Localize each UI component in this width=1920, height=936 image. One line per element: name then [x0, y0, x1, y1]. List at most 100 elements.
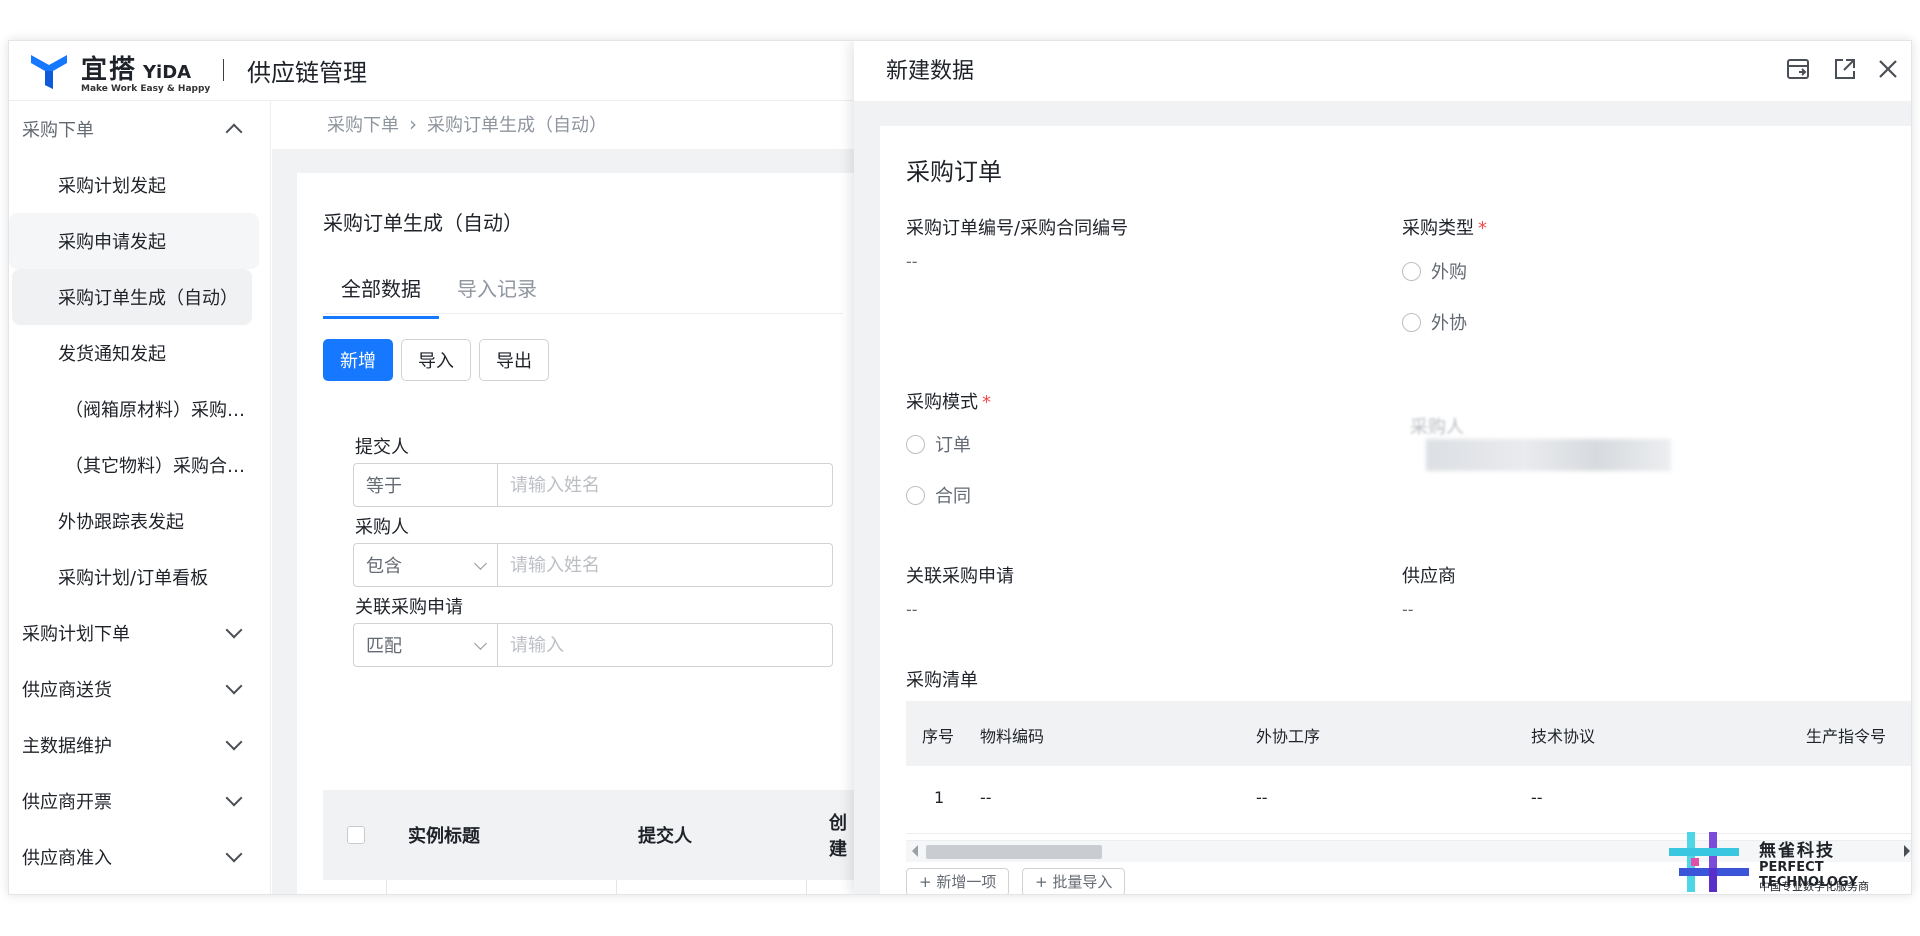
app-title[interactable]: 供应链管理 [247, 53, 367, 88]
radio-label: 订单 [935, 435, 971, 456]
sidebar-group-label: 采购计划下单 [22, 624, 130, 645]
breadcrumb-item[interactable]: 采购下单 [327, 111, 399, 137]
cell-outsource-process[interactable]: -- [1256, 788, 1268, 807]
radio-circle-icon [906, 434, 925, 454]
operator-select[interactable]: 包含 [354, 544, 498, 586]
column-header-material-code: 物料编码 [980, 727, 1045, 746]
app-window: 宜搭 YiDA Make Work Easy & Happy 供应链管理 采购下单… [8, 40, 1912, 895]
sidebar-group-label: 供应商开票 [22, 792, 112, 813]
brand-slogan: Make Work Easy & Happy [81, 84, 211, 94]
page-title: 采购订单生成（自动） [323, 211, 523, 235]
sidebar-group-master-data[interactable]: 主数据维护 [9, 717, 270, 773]
column-header-submitter[interactable]: 提交人 [638, 822, 692, 848]
hash-logo-icon [1669, 832, 1749, 892]
scroll-right-icon[interactable] [1904, 845, 1910, 857]
required-mark: * [982, 392, 991, 413]
purchaser-input[interactable] [498, 544, 832, 586]
sidebar-group-supplier-admission[interactable]: 供应商准入 [9, 829, 270, 885]
radio-label: 外协 [1431, 313, 1467, 334]
sidebar-group-supplier-invoice[interactable]: 供应商开票 [9, 773, 270, 829]
tab-bar: 全部数据 导入记录 [323, 263, 555, 319]
sidebar-group-label: 供应商准入 [22, 848, 112, 869]
operator-value: 匹配 [366, 636, 402, 657]
purchase-type-label: 采购类型 * [1402, 214, 1487, 240]
header-divider [223, 59, 224, 81]
brand-name: 宜搭 YiDA Make Work Easy & Happy [81, 49, 210, 94]
new-data-drawer: 新建数据 采购订单 采购订单编号/采购合同编号 -- 采购类型 * 外购 外协 采… [854, 41, 1911, 894]
cell-tech-agreement[interactable]: -- [1531, 788, 1543, 807]
add-button[interactable]: 新增 [323, 339, 393, 381]
purchaser-value-redacted[interactable] [1426, 439, 1671, 471]
sidebar-item-valve-material[interactable]: （阀箱原材料）采购… [9, 381, 259, 437]
table-header: 实例标题 提交人 创建 [323, 790, 863, 880]
radio-circle-icon [1402, 312, 1421, 332]
radio-contract[interactable]: 合同 [906, 482, 971, 508]
watermark-sub: 中国专业数字化服务商 [1759, 880, 1869, 893]
sidebar-group-plan-order[interactable]: 采购计划下单 [9, 605, 270, 661]
action-buttons: 新增 导入 导出 [323, 339, 549, 381]
chevron-down-icon [474, 636, 487, 650]
export-button[interactable]: 导出 [479, 339, 549, 381]
chevron-right-icon: › [409, 112, 417, 136]
open-new-window-icon[interactable] [1831, 55, 1859, 83]
import-button[interactable]: 导入 [401, 339, 471, 381]
top-header: 宜搭 YiDA Make Work Easy & Happy 供应链管理 [9, 41, 854, 101]
column-header-index: 序号 [922, 727, 955, 746]
column-header-title[interactable]: 实例标题 [408, 822, 480, 848]
yida-logo-icon[interactable] [29, 49, 69, 91]
radio-circle-icon [906, 485, 925, 505]
tab-import-records[interactable]: 导入记录 [439, 263, 555, 319]
table-row [323, 880, 863, 894]
sidebar-item-plan-board[interactable]: 采购计划/订单看板 [9, 549, 259, 605]
sidebar: 采购下单 采购计划发起 采购申请发起 采购订单生成（自动） 发货通知发起 （阀箱… [9, 101, 271, 894]
radio-circle-icon [1402, 261, 1421, 281]
radio-order[interactable]: 订单 [906, 431, 971, 457]
table-cell [323, 880, 387, 894]
sidebar-group-label: 供应商送货 [22, 680, 112, 701]
sidebar-group-purchase-order[interactable]: 采购下单 [9, 101, 270, 157]
drawer-header: 新建数据 [854, 41, 1911, 101]
draft-icon[interactable] [1784, 55, 1812, 83]
brand-en: YiDA [143, 62, 192, 83]
cell-index: 1 [934, 788, 945, 807]
tab-all-data[interactable]: 全部数据 [323, 263, 439, 319]
sidebar-item-request-launch[interactable]: 采购申请发起 [9, 213, 259, 269]
sidebar-item-plan-launch[interactable]: 采购计划发起 [9, 157, 259, 213]
breadcrumb-item: 采购订单生成（自动） [427, 115, 607, 136]
radio-label: 合同 [935, 486, 971, 507]
radio-label: 外购 [1431, 262, 1467, 283]
sidebar-item-delivery-notice[interactable]: 发货通知发起 [9, 325, 259, 381]
related-request-label: 关联采购申请 [906, 566, 1014, 587]
chevron-down-icon [225, 845, 243, 863]
sidebar-group-supplier-delivery[interactable]: 供应商送货 [9, 661, 270, 717]
purchase-order-form: 采购订单 采购订单编号/采购合同编号 -- 采购类型 * 外购 外协 采购模式 * … [880, 126, 1911, 894]
chevron-up-icon [225, 123, 243, 141]
column-header-production-order: 生产指令号 [1806, 727, 1887, 746]
cell-material-code[interactable]: -- [980, 788, 992, 807]
add-row-button[interactable]: + 新增一项 [906, 868, 1010, 894]
operator-select[interactable]: 匹配 [354, 624, 498, 666]
purchase-type-label-text: 采购类型 [1402, 218, 1474, 239]
related-request-input[interactable] [498, 624, 832, 666]
order-no-label: 采购订单编号/采购合同编号 [906, 218, 1129, 239]
radio-outsource-buy[interactable]: 外购 [1402, 258, 1467, 284]
tab-divider [323, 313, 843, 314]
close-icon[interactable] [1874, 55, 1902, 83]
scroll-left-icon[interactable] [912, 845, 918, 857]
chevron-down-icon [225, 621, 243, 639]
scrollbar-thumb[interactable] [926, 845, 1102, 859]
batch-import-button[interactable]: + 批量导入 [1022, 868, 1126, 894]
sidebar-item-outsourcing-track[interactable]: 外协跟踪表发起 [9, 493, 259, 549]
sidebar-group-label: 采购下单 [22, 120, 94, 141]
submitter-input[interactable] [498, 464, 832, 506]
table-cell [617, 880, 807, 894]
radio-outsource-process[interactable]: 外协 [1402, 309, 1467, 335]
operator-value: 等于 [366, 476, 402, 497]
operator-select[interactable]: 等于 [354, 464, 498, 506]
select-all-checkbox[interactable] [347, 826, 365, 844]
order-no-value: -- [906, 252, 918, 271]
sidebar-item-order-generate[interactable]: 采购订单生成（自动） [12, 269, 252, 325]
table-row: 1 -- -- -- [906, 766, 1911, 834]
filter-submitter: 等于 [353, 463, 833, 507]
sidebar-item-other-material[interactable]: （其它物料）采购合… [9, 437, 259, 493]
